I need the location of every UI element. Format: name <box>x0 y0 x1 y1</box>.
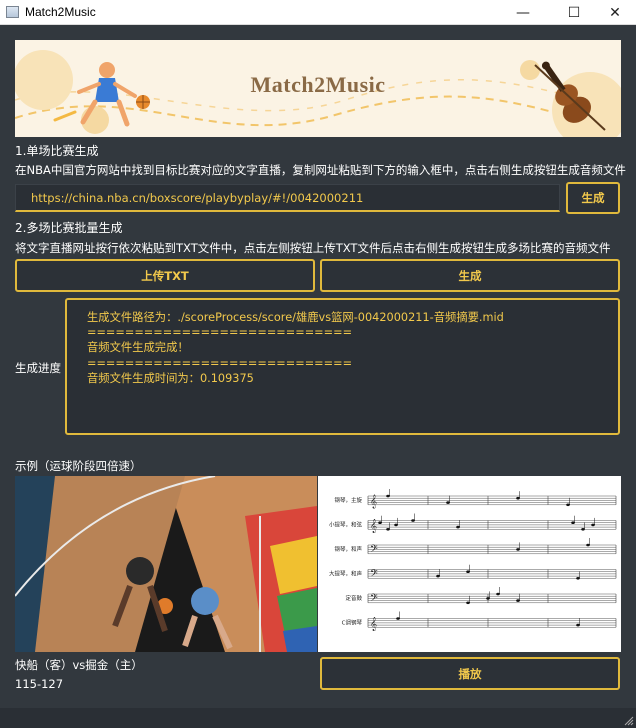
note <box>446 501 450 504</box>
note <box>386 528 390 531</box>
note <box>411 519 415 522</box>
music-score: 钢琴，主旋 𝄞 小提琴，和弦 𝄞 钢琴，和声 𝄢 大提琴，和声 𝄢 定音鼓 𝄢 C调钢琴 𝄞 <box>318 476 621 652</box>
match-score: 115-127 <box>15 677 64 691</box>
close-button[interactable]: ✕ <box>592 0 636 25</box>
note <box>394 523 398 527</box>
note <box>576 577 580 580</box>
banner-title: Match2Music <box>250 72 386 97</box>
staff-label: 定音鼓 <box>345 594 362 602</box>
note <box>586 543 590 547</box>
note <box>466 570 470 573</box>
window-title: Match2Music <box>25 5 96 19</box>
staff-label: 钢琴，和声 <box>334 545 362 553</box>
note <box>571 521 575 524</box>
note <box>516 599 520 602</box>
clef-icon: 𝄢 <box>370 568 378 582</box>
log-line: 音频文件生成时间为：0.109375 <box>87 371 254 385</box>
note <box>496 592 500 596</box>
staff-label: 钢琴，主旋 <box>334 496 362 504</box>
example-label: 示例（运球阶段四倍速） <box>15 459 142 473</box>
log-line: ============================ <box>87 326 353 340</box>
match-teams: 快船（客）vs掘金（主） <box>15 658 143 672</box>
game-photo-art <box>15 476 317 652</box>
note <box>576 623 580 627</box>
note <box>591 523 595 527</box>
clef-icon: 𝄞 <box>370 519 377 533</box>
resize-grip-icon[interactable] <box>622 714 634 726</box>
progress-log[interactable]: 生成文件路径为：./scoreProcess/score/雄鹿vs篮网-0042… <box>65 298 620 435</box>
log-line: 音频文件生成完成！ <box>87 341 189 355</box>
staff-label: 大提琴，和声 <box>329 570 363 578</box>
note <box>581 528 585 531</box>
music-score-art: 钢琴，主旋 𝄞 小提琴，和弦 𝄞 钢琴，和声 𝄢 大提琴，和声 𝄢 定音鼓 𝄢 C调钢琴 𝄞 <box>329 489 617 631</box>
app-icon <box>6 6 19 18</box>
staff-label: C调钢琴 <box>342 619 363 627</box>
note <box>436 574 440 578</box>
game-photo <box>15 476 317 652</box>
batch-generate-button[interactable]: 生成 <box>320 259 620 292</box>
note <box>516 496 520 500</box>
note <box>466 601 470 605</box>
single-generate-button[interactable]: 生成 <box>566 182 620 214</box>
clef-icon: 𝄢 <box>370 543 378 557</box>
url-input[interactable]: https://china.nba.cn/boxscore/playbyplay… <box>15 184 560 212</box>
upload-txt-button[interactable]: 上传TXT <box>15 259 315 292</box>
note <box>486 597 490 600</box>
progress-label: 生成进度 <box>15 361 61 375</box>
clef-icon: 𝄢 <box>370 592 378 606</box>
single-description: 在NBA中国官方网站中找到目标比赛对应的文字直播，复制网址粘贴到下方的输入框中，… <box>15 163 626 177</box>
batch-description: 将文字直播网址按行依次粘贴到TXT文件中，点击左侧按钮上传TXT文件后点击右侧生… <box>15 241 611 255</box>
single-section-title: 1.单场比赛生成 <box>15 144 99 158</box>
note <box>516 548 520 551</box>
note <box>378 521 382 524</box>
note <box>566 503 570 507</box>
banner-image: Match2Music <box>15 40 621 137</box>
maximize-button[interactable]: ☐ <box>551 0 597 25</box>
log-line: 生成文件路径为：./scoreProcess/score/雄鹿vs篮网-0042… <box>87 311 504 324</box>
note <box>396 617 400 620</box>
clef-icon: 𝄞 <box>370 617 377 631</box>
status-bar <box>0 708 636 728</box>
title-bar: Match2Music — ☐ ✕ <box>0 0 636 25</box>
staff-label: 小提琴，和弦 <box>329 521 363 529</box>
note <box>386 494 390 498</box>
log-line: ============================ <box>87 356 353 370</box>
play-button[interactable]: 播放 <box>320 657 620 690</box>
minimize-button[interactable]: — <box>500 0 546 25</box>
note <box>456 525 460 529</box>
batch-section-title: 2.多场比赛批量生成 <box>15 221 123 235</box>
clef-icon: 𝄞 <box>370 494 377 508</box>
